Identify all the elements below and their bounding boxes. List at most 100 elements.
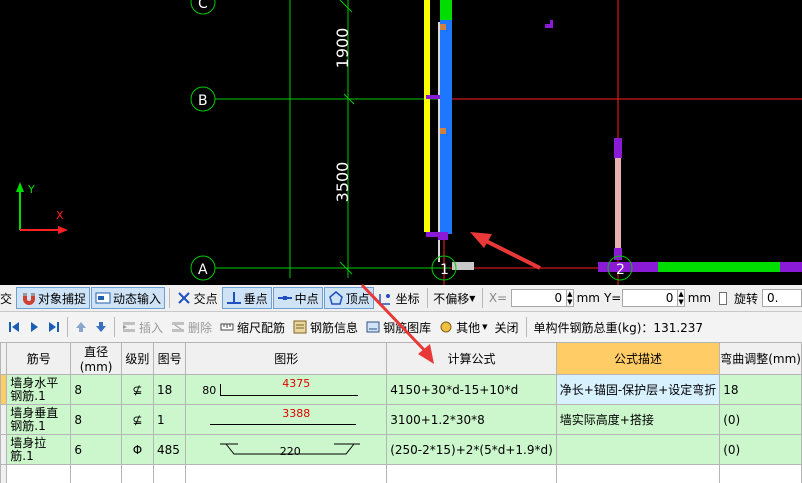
table-row[interactable]: 墙身水平钢筋.1 8 ⊈ 18 80 4375 4150+30*d-15+10*… — [0, 374, 802, 405]
magnet-icon — [20, 290, 36, 306]
offset-mode-select[interactable]: 不偏移 ▼ — [430, 287, 478, 309]
cell-figure-no[interactable]: 1 — [152, 404, 187, 435]
delete-button[interactable]: 删除 — [167, 316, 215, 338]
ortho-toggle[interactable]: 正交 — [0, 287, 15, 309]
close-button[interactable]: 关闭 — [491, 316, 521, 338]
col-header-shape[interactable]: 图形 — [185, 342, 388, 375]
perpendicular-label: 垂点 — [243, 291, 268, 306]
total-rebar-weight: 单构件钢筋总重(kg)：131.237 — [533, 320, 704, 335]
vertex-label: 顶点 — [345, 291, 370, 306]
object-snap-toggle[interactable]: 对象捕捉 — [16, 287, 91, 309]
move-up-icon[interactable] — [73, 319, 89, 335]
col-header-bend-adjust[interactable]: 弯曲调整(mm) — [719, 342, 802, 375]
cell-formula-desc[interactable]: 净长+锚固-保护层+设定弯折 — [555, 374, 721, 405]
bar-name-text: 墙身水平钢筋.1 — [10, 375, 59, 403]
chevron-down-icon: ▼ — [482, 323, 488, 331]
joint-marker — [438, 232, 448, 240]
empty-cell[interactable] — [386, 464, 557, 483]
col-header-bar-no[interactable]: 筋号 — [6, 342, 72, 375]
scale-rebar-label: 缩尺配筋 — [237, 320, 286, 335]
previous-record-icon[interactable] — [26, 319, 42, 335]
col-header-formula[interactable]: 计算公式 — [386, 342, 557, 375]
cell-figure-no[interactable]: 18 — [152, 374, 187, 405]
x-coordinate-input[interactable] — [511, 289, 568, 307]
table-row[interactable]: 墙身垂直钢筋.1 8 ⊈ 1 3388 3100+1.2*30*8 墙实际高度+… — [0, 404, 802, 435]
ucs-y-label: Y — [27, 183, 35, 196]
snap-toolbar: 正交 对象捕捉 动态输入 交点 垂点 中点 顶点 坐标 不偏移 ▼ X= ▲▼ … — [0, 285, 802, 312]
table-row-empty[interactable] — [0, 464, 802, 483]
cell-formula[interactable]: 4150+30*d-15+10*d — [386, 374, 557, 405]
insert-button[interactable]: 插入 — [118, 316, 166, 338]
empty-cell[interactable] — [70, 464, 122, 483]
cell-formula[interactable]: 3100+1.2*30*8 — [386, 404, 557, 435]
other-menu-button[interactable]: 其他 ▼ — [435, 316, 490, 338]
perpendicular-snap[interactable]: 垂点 — [221, 287, 272, 309]
last-record-icon[interactable] — [46, 319, 62, 335]
midpoint-snap[interactable]: 中点 — [272, 287, 323, 309]
axis-label-2: 2 — [616, 262, 625, 278]
cell-bend-adjust[interactable]: 18 — [719, 374, 802, 405]
wall-blue — [440, 20, 452, 234]
dim-tick — [339, 0, 353, 13]
cell-shape[interactable]: 80 4375 — [185, 374, 388, 405]
cell-formula-desc[interactable]: 墙实际高度+搭接 — [555, 404, 721, 435]
cell-bend-adjust[interactable]: (0) — [719, 434, 802, 465]
cell-diameter[interactable]: 8 — [70, 374, 122, 405]
y-label: Y= — [603, 291, 622, 305]
cell-bar-name[interactable]: 墙身水平钢筋.1 — [6, 374, 72, 405]
rebar-shape-485: 220 — [187, 436, 386, 464]
col-header-grade[interactable]: 级别 — [120, 342, 154, 375]
cad-drawing-canvas[interactable]: C B A 1 2 1900 3500 Y X — [0, 0, 802, 285]
delete-row-icon — [170, 319, 186, 335]
rotate-input[interactable] — [762, 289, 802, 307]
empty-cell[interactable] — [6, 464, 72, 483]
coordinate-snap[interactable]: 坐标 — [375, 287, 423, 309]
wall-green-top — [440, 0, 452, 22]
cell-grade[interactable]: Φ — [120, 434, 154, 465]
ucs-x-arrow — [58, 226, 68, 234]
cell-diameter[interactable]: 8 — [70, 404, 122, 435]
toolbar-separator — [482, 288, 483, 308]
ucs-x-label: X — [56, 209, 64, 222]
empty-cell[interactable] — [120, 464, 154, 483]
empty-cell[interactable] — [555, 464, 721, 483]
cell-grade[interactable]: ⊈ — [120, 404, 154, 435]
col-header-diameter[interactable]: 直径(mm) — [70, 342, 122, 375]
cell-shape[interactable]: 3388 — [185, 404, 388, 435]
axis-label-c: C — [198, 0, 208, 12]
vertex-snap[interactable]: 顶点 — [323, 287, 374, 309]
rebar-info-button[interactable]: 钢筋信息 — [289, 316, 361, 338]
cell-shape[interactable]: 220 — [185, 434, 388, 465]
node-marker — [440, 128, 446, 134]
first-record-icon[interactable] — [6, 319, 22, 335]
scale-rebar-button[interactable]: 缩尺配筋 — [216, 316, 288, 338]
empty-cell[interactable] — [719, 464, 802, 483]
node-marker — [440, 24, 446, 30]
move-down-icon[interactable] — [93, 319, 109, 335]
other-menu-icon — [438, 319, 454, 335]
cell-formula-desc[interactable] — [555, 434, 721, 465]
col-header-figure-no[interactable]: 图号 — [152, 342, 187, 375]
column-marker — [614, 248, 622, 260]
intersection-snap[interactable]: 交点 — [173, 287, 221, 309]
empty-cell[interactable] — [185, 464, 388, 483]
cell-bar-name[interactable]: 墙身拉筋.1 — [6, 434, 72, 465]
rebar-library-label: 钢筋图库 — [383, 320, 432, 335]
cell-bar-name[interactable]: 墙身垂直钢筋.1 — [6, 404, 72, 435]
cell-figure-no[interactable]: 485 — [152, 434, 187, 465]
col-header-formula-desc[interactable]: 公式描述 — [555, 342, 721, 375]
cell-formula[interactable]: (250-2*15)+2*(5*d+1.9*d) — [386, 434, 557, 465]
beam-purple-end — [780, 262, 802, 272]
cell-diameter[interactable]: 6 — [70, 434, 122, 465]
cell-bend-adjust[interactable]: (0) — [719, 404, 802, 435]
toolbar-separator — [114, 317, 115, 337]
empty-cell[interactable] — [152, 464, 187, 483]
dynamic-input-toggle[interactable]: 动态输入 — [91, 287, 166, 309]
rotate-checkbox[interactable] — [719, 291, 727, 305]
rebar-library-button[interactable]: 钢筋图库 — [362, 316, 434, 338]
table-row[interactable]: 墙身拉筋.1 6 Φ 485 220 (250-2*15)+2*(5*d+1.9… — [0, 434, 802, 465]
cell-grade[interactable]: ⊈ — [120, 374, 154, 405]
scale-rebar-icon — [219, 319, 235, 335]
y-coordinate-input[interactable] — [622, 289, 679, 307]
insert-row-icon — [121, 319, 137, 335]
